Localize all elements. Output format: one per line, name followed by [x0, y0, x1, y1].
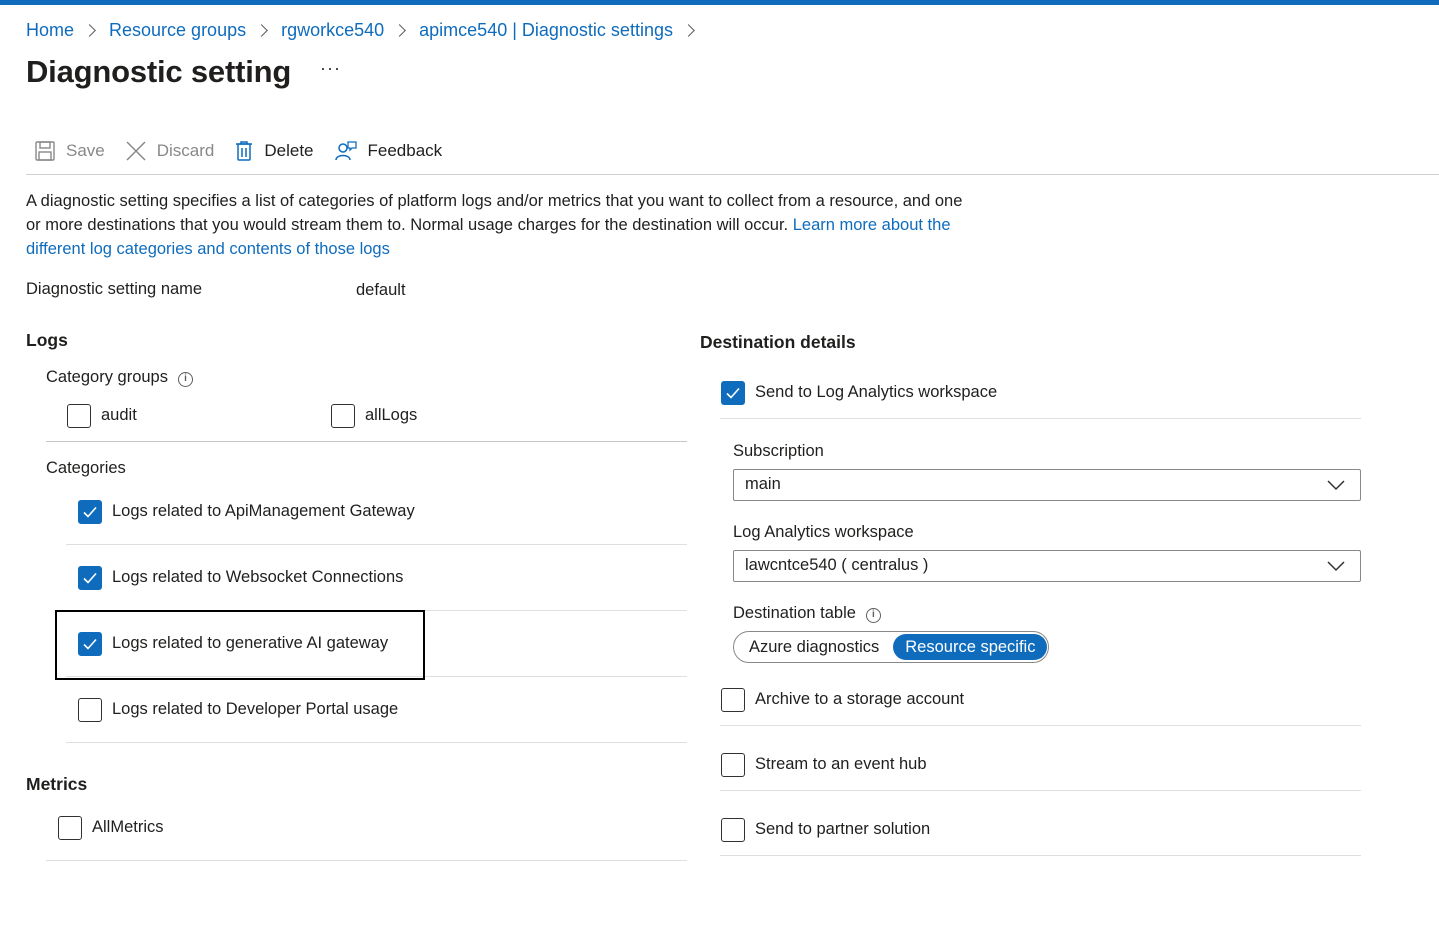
developer-portal-label: Logs related to Developer Portal usage [112, 700, 399, 718]
save-label: Save [66, 141, 105, 160]
divider [66, 544, 687, 545]
breadcrumb-diagnostic-settings[interactable]: apimce540 | Diagnostic settings [419, 20, 673, 41]
checkbox-websocket[interactable] [78, 566, 102, 590]
subscription-dropdown[interactable]: main [733, 469, 1361, 501]
delete-label: Delete [264, 141, 314, 160]
log-analytics-label: Send to Log Analytics workspace [755, 383, 998, 401]
checkbox-partner[interactable] [721, 818, 745, 842]
checkbox-log-analytics[interactable] [721, 381, 745, 405]
delete-icon [236, 141, 253, 161]
discard-label: Discard [156, 141, 215, 160]
top-accent-bar [0, 0, 1439, 5]
chevron-right-icon [682, 23, 695, 37]
destination-table-label: Destination table i [733, 604, 881, 623]
categories-label: Categories [46, 459, 126, 477]
toggle-resource-specific[interactable]: Resource specific [893, 634, 1048, 660]
workspace-dropdown[interactable]: lawcntce540 ( centralus ) [733, 550, 1361, 582]
archive-label: Archive to a storage account [755, 690, 965, 708]
metrics-section-title: Metrics [26, 774, 88, 794]
checkbox-apim-gateway[interactable] [78, 500, 102, 524]
checkbox-archive[interactable] [721, 688, 745, 712]
event-hub-label: Stream to an event hub [755, 755, 927, 773]
discard-button[interactable]: Discard [125, 140, 215, 162]
checkbox-developer-portal[interactable] [78, 698, 102, 722]
breadcrumb-resource-group[interactable]: rgworkce540 [281, 20, 384, 41]
divider [720, 790, 1361, 791]
checkmark-icon [83, 506, 97, 518]
chevron-right-icon [255, 23, 268, 37]
checkbox-audit[interactable] [67, 404, 91, 428]
audit-label: audit [101, 406, 137, 424]
workspace-label: Log Analytics workspace [733, 523, 914, 541]
divider [720, 418, 1361, 419]
feedback-button[interactable]: Feedback [334, 140, 443, 162]
divider [46, 860, 687, 861]
divider [66, 742, 687, 743]
destination-table-text: Destination table [733, 604, 856, 622]
category-groups-text: Category groups [46, 368, 168, 386]
checkbox-alllogs[interactable] [331, 404, 355, 428]
more-options-button[interactable]: ··· [320, 58, 341, 79]
chevron-right-icon [83, 23, 96, 37]
delete-button[interactable]: Delete [234, 140, 314, 162]
category-groups-label: Category groups i [46, 368, 193, 387]
setting-name-value: default [356, 281, 406, 299]
feedback-icon [334, 141, 357, 161]
highlight-box [55, 610, 425, 680]
divider [720, 855, 1361, 856]
checkbox-allmetrics[interactable] [58, 816, 82, 840]
destination-section-title: Destination details [700, 332, 856, 352]
websocket-label: Logs related to Websocket Connections [112, 568, 404, 586]
info-icon[interactable]: i [865, 608, 881, 623]
breadcrumb: Home Resource groups rgworkce540 apimce5… [26, 16, 708, 44]
apim-gateway-label: Logs related to ApiManagement Gateway [112, 502, 415, 520]
chevron-down-icon [1327, 561, 1345, 572]
discard-icon [126, 141, 146, 161]
alllogs-label: allLogs [365, 406, 418, 424]
info-icon[interactable]: i [178, 372, 193, 387]
divider [46, 441, 687, 442]
feedback-label: Feedback [367, 141, 443, 160]
subscription-label: Subscription [733, 442, 824, 460]
chevron-right-icon [393, 23, 407, 37]
save-icon [35, 141, 55, 161]
command-bar: Save Discard Delete Feedback [34, 136, 462, 166]
logs-section-title: Logs [26, 330, 68, 350]
divider [720, 725, 1361, 726]
description: A diagnostic setting specifies a list of… [26, 189, 966, 261]
subscription-value: main [745, 475, 781, 493]
workspace-value: lawcntce540 ( centralus ) [745, 556, 929, 574]
checkbox-event-hub[interactable] [721, 753, 745, 777]
destination-table-toggle: Azure diagnostics Resource specific [733, 631, 1049, 663]
breadcrumb-resource-groups[interactable]: Resource groups [109, 20, 246, 41]
setting-name-label: Diagnostic setting name [26, 280, 203, 298]
allmetrics-label: AllMetrics [92, 818, 164, 836]
toolbar-divider [26, 174, 1439, 175]
breadcrumb-home[interactable]: Home [26, 20, 74, 41]
checkmark-icon [83, 572, 97, 584]
partner-label: Send to partner solution [755, 820, 931, 838]
save-button[interactable]: Save [34, 140, 105, 162]
page-title: Diagnostic setting [26, 54, 292, 89]
chevron-down-icon [1327, 480, 1345, 491]
checkmark-icon [726, 387, 740, 399]
toggle-azure-diagnostics[interactable]: Azure diagnostics [736, 634, 893, 660]
